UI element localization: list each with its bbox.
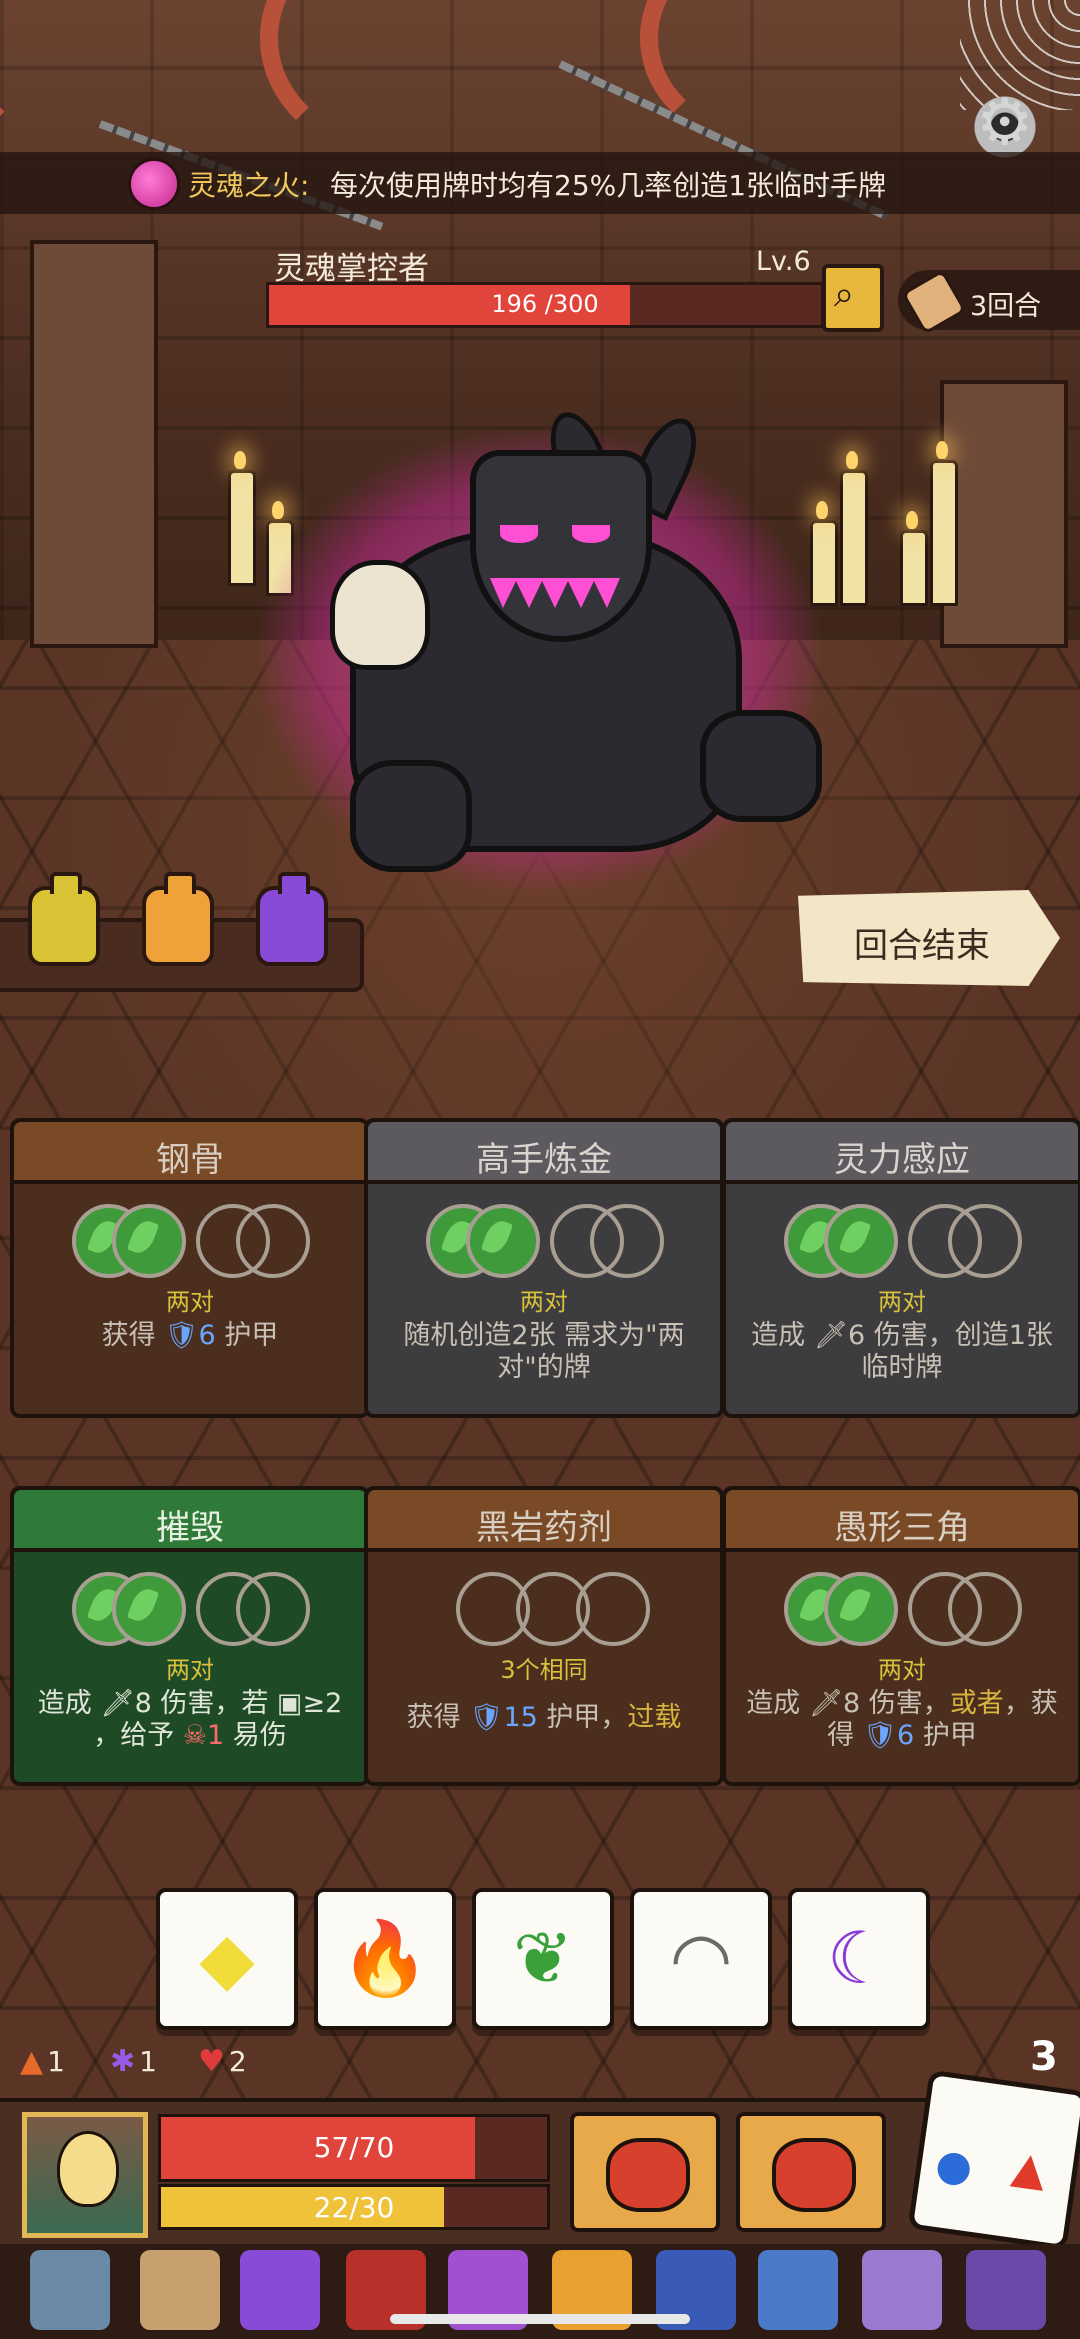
hand-relic-icon[interactable] [966, 2250, 1046, 2330]
status-purple[interactable]: ✱ 1 [110, 2044, 157, 2079]
enemy-hp-text: 196 /300 [491, 290, 599, 318]
end-turn-button[interactable]: 回合结束 [798, 890, 1060, 986]
candle-decoration [930, 441, 958, 606]
magnifier-icon[interactable]: ⌕ [822, 264, 884, 332]
yellow-green-potion-icon[interactable] [28, 872, 100, 966]
fist-skill-button[interactable] [570, 2112, 720, 2232]
card-gangu[interactable]: 钢骨 两对 获得 🛡6 护甲 [10, 1118, 370, 1418]
leaf-icon: ❦ [512, 1916, 574, 2000]
dice-count: 3 [1030, 2034, 1058, 2080]
home-indicator [390, 2314, 690, 2324]
card-description: 造成 🗡6 伤害，创造1张临时牌 [751, 1320, 1053, 1383]
die-moon[interactable]: ☾ [788, 1888, 930, 2030]
card-requirement: 两对 [166, 1656, 214, 1684]
card-gaoshou-lianjin[interactable]: 高手炼金 两对 随机创造2张 需求为"两对"的牌 [364, 1118, 724, 1418]
skull-shoulder [330, 560, 430, 670]
boss-left-fist [350, 760, 472, 872]
card-header: 黑岩药剂 [368, 1490, 720, 1552]
flame-icon: ▲ [20, 2044, 44, 2079]
scroll-icon [901, 269, 967, 335]
card-cuihui[interactable]: 摧毁 两对 造成 🗡8 伤害，若 ▣≥2 ，给予 ☠1 易伤 [10, 1486, 370, 1786]
buff-name: 灵魂之火: [188, 169, 310, 202]
candle-decoration [228, 451, 256, 586]
compass-relic-icon[interactable] [758, 2250, 838, 2330]
stone-pillar [940, 380, 1068, 648]
die-diamond[interactable]: ◆ [156, 1888, 298, 2030]
player-hp-text: 57/70 [313, 2131, 395, 2164]
card-slots [784, 1204, 1024, 1280]
card-slots [72, 1572, 312, 1648]
flame-icon: ▲ [1008, 2141, 1050, 2197]
die-flame[interactable]: 🔥 [314, 1888, 456, 2030]
card-heiyan-yaoji[interactable]: 黑岩药剂 3个相同 获得 🛡15 护甲，过载 [364, 1486, 724, 1786]
boss-eyes [500, 525, 610, 565]
player-energy-text: 22/30 [313, 2191, 395, 2224]
skull-book-relic-icon[interactable] [240, 2250, 320, 2330]
card-title: 钢骨 [156, 1140, 224, 1180]
card-requirement: 两对 [166, 1288, 214, 1316]
candle-decoration [840, 451, 868, 606]
card-header: 愚形三角 [726, 1490, 1078, 1552]
card-slots [784, 1572, 1024, 1648]
card-header: 摧毁 [14, 1490, 366, 1552]
orange-potion-icon[interactable] [142, 872, 214, 966]
card-description: 获得 🛡15 护甲，过载 [406, 1702, 682, 1733]
stone-pillar [30, 240, 158, 648]
player-hp-bar: 57/70 [158, 2114, 550, 2182]
card-requirement: 两对 [520, 1288, 568, 1316]
round-label: 3回合 [970, 291, 1042, 322]
card-yuxing-sanjiao[interactable]: 愚形三角 两对 造成 🗡8 伤害，或者，获得 🛡6 护甲 [722, 1486, 1080, 1786]
splash-skill-button[interactable] [736, 2112, 886, 2232]
boot-relic-icon[interactable] [862, 2250, 942, 2330]
axe-relic-icon[interactable] [30, 2250, 110, 2330]
card-requirement: 两对 [878, 1288, 926, 1316]
card-requirement: 3个相同 [500, 1656, 588, 1684]
status-shield[interactable]: ♥ 2 [198, 2044, 247, 2079]
card-description: 造成 🗡8 伤害，或者，获得 🛡6 护甲 [746, 1688, 1058, 1751]
purple-potion-icon[interactable] [256, 872, 328, 966]
moon-icon: ☾ [826, 1916, 892, 2000]
card-title: 愚形三角 [834, 1508, 970, 1548]
card-slots [426, 1204, 666, 1280]
candle-decoration [900, 511, 928, 606]
diamond-icon: ◆ [199, 1916, 255, 2000]
card-header: 钢骨 [14, 1122, 366, 1184]
card-title: 摧毁 [156, 1508, 224, 1548]
round-counter: 3回合 [898, 269, 1080, 335]
closed-eye-icon: ◠ [669, 1916, 733, 2000]
card-title: 高手炼金 [476, 1140, 612, 1180]
buff-description: 每次使用牌时均有25%几率创造1张临时手牌 [330, 169, 887, 202]
die-closed-eye[interactable]: ◠ [630, 1888, 772, 2030]
card-requirement: 两对 [878, 1656, 926, 1684]
roll-dice-button[interactable]: ● ▲ [907, 2069, 1080, 2251]
end-turn-label: 回合结束 [854, 926, 990, 966]
card-slots [426, 1572, 666, 1648]
card-title: 灵力感应 [834, 1140, 970, 1180]
player-avatar[interactable] [22, 2112, 148, 2238]
boss-right-fist [700, 710, 822, 822]
water-drop-icon: ● [932, 2138, 976, 2193]
card-title: 黑岩药剂 [476, 1508, 612, 1548]
pink-flame-icon[interactable] [128, 158, 180, 210]
card-description: 随机创造2张 需求为"两对"的牌 [403, 1320, 685, 1383]
die-leaf[interactable]: ❦ [472, 1888, 614, 2030]
card-lingli-ganying[interactable]: 灵力感应 两对 造成 🗡6 伤害，创造1张临时牌 [722, 1118, 1080, 1418]
card-slots [72, 1204, 312, 1280]
card-description: 获得 🛡6 护甲 [101, 1320, 279, 1351]
card-header: 高手炼金 [368, 1122, 720, 1184]
enemy-hp-bar: 196 /300 [266, 282, 824, 328]
purple-splat-icon: ✱ [110, 2044, 136, 2079]
card-header: 灵力感应 [726, 1122, 1078, 1184]
horn-relic-icon[interactable] [140, 2250, 220, 2330]
player-energy-bar: 22/30 [158, 2184, 550, 2230]
card-description: 造成 🗡8 伤害，若 ▣≥2 ，给予 ☠1 易伤 [37, 1688, 343, 1751]
status-flame[interactable]: ▲ 1 [20, 2044, 65, 2079]
flame-icon: 🔥 [340, 1916, 430, 2000]
enemy-level: Lv.6 [756, 246, 811, 277]
heart-shield-icon: ♥ [198, 2044, 225, 2079]
